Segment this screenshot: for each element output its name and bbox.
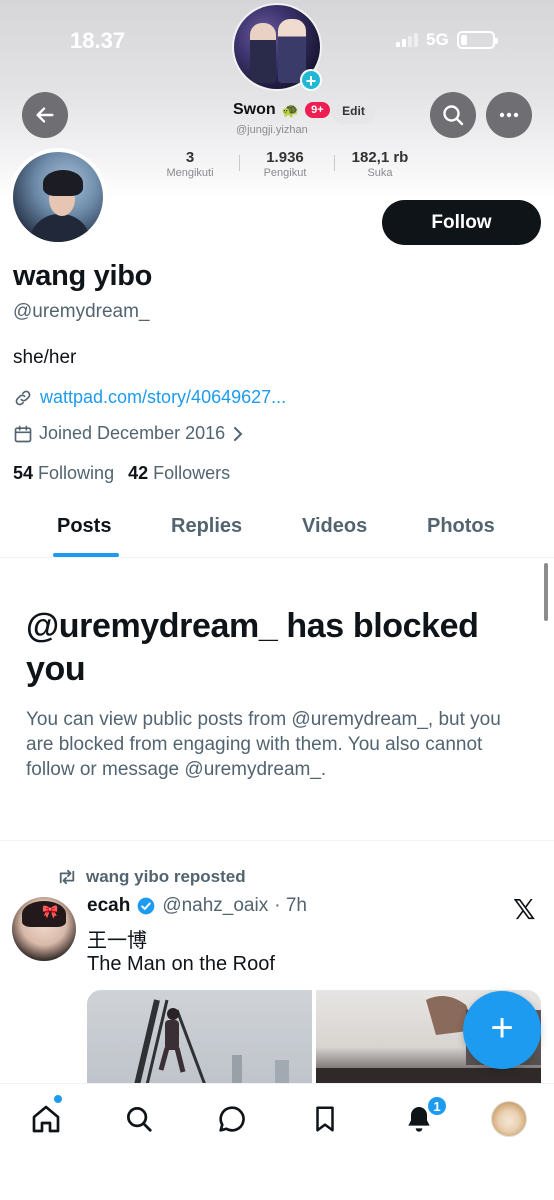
post-author-name[interactable]: ecah bbox=[87, 895, 130, 917]
link-icon bbox=[15, 390, 31, 405]
battery-icon bbox=[456, 31, 498, 49]
post-author-handle[interactable]: @nahz_oaix bbox=[162, 895, 268, 917]
stat-label: Mengikuti bbox=[166, 167, 214, 179]
post-author-avatar[interactable]: 🎀 bbox=[12, 897, 76, 961]
profile-avatar[interactable] bbox=[9, 148, 107, 246]
post-header: ecah @nahz_oaix · 7h bbox=[87, 895, 307, 917]
bookmark-icon bbox=[316, 1106, 334, 1132]
post-media-image[interactable] bbox=[87, 990, 312, 1085]
chat-bubble-icon bbox=[219, 1106, 245, 1132]
tab-posts[interactable]: Posts bbox=[57, 515, 111, 538]
nav-search[interactable] bbox=[121, 1101, 157, 1137]
joined-date[interactable]: Joined December 2016 bbox=[13, 423, 245, 444]
profile-tabs: Posts Replies Videos Photos bbox=[0, 500, 554, 558]
following-label: Following bbox=[38, 463, 115, 483]
follow-button[interactable]: Follow bbox=[382, 200, 541, 245]
home-icon bbox=[32, 1105, 60, 1133]
nav-grok[interactable] bbox=[214, 1101, 250, 1137]
plus-icon[interactable]: + bbox=[300, 69, 322, 91]
back-button[interactable] bbox=[22, 92, 68, 138]
edit-button[interactable]: Edit bbox=[331, 98, 376, 124]
followers-label: Followers bbox=[153, 463, 231, 483]
repost-label[interactable]: wang yibo reposted bbox=[86, 867, 246, 887]
stat-value: 182,1 rb bbox=[351, 149, 409, 166]
tab-videos[interactable]: Videos bbox=[302, 515, 367, 538]
blocked-title: @uremydream_ has blocked you bbox=[26, 607, 479, 688]
post-text-line: The Man on the Roof bbox=[87, 953, 275, 975]
tiktok-handle: @jungji.yizhan bbox=[236, 124, 308, 136]
divider bbox=[0, 840, 554, 841]
following-count: 54 bbox=[13, 463, 34, 483]
notification-count-badge: 1 bbox=[426, 1095, 448, 1117]
tiktok-name-row: Swon 🐢 9+ bbox=[233, 101, 330, 119]
search-icon bbox=[127, 1107, 152, 1132]
status-icons: 5G bbox=[396, 30, 498, 50]
search-icon bbox=[443, 105, 464, 126]
verified-badge-icon bbox=[137, 897, 155, 915]
repost-icon bbox=[59, 869, 75, 885]
stat-followers[interactable]: 1.936 Pengikut bbox=[239, 149, 325, 179]
compose-post-button[interactable]: + bbox=[463, 991, 541, 1069]
following-link[interactable]: 54 Following bbox=[13, 463, 114, 484]
follow-counts: 54 Following 42 Followers bbox=[13, 463, 230, 484]
active-tab-indicator bbox=[53, 553, 119, 557]
nav-bookmarks[interactable] bbox=[307, 1101, 343, 1137]
calendar-icon bbox=[14, 425, 32, 442]
tiktok-name: Swon bbox=[233, 101, 276, 118]
followers-link[interactable]: 42 Followers bbox=[128, 463, 230, 484]
profile-link[interactable]: wattpad.com/story/40649627... bbox=[13, 387, 286, 408]
bio: she/her bbox=[13, 347, 77, 368]
nav-home[interactable] bbox=[28, 1101, 64, 1137]
more-button[interactable] bbox=[486, 92, 532, 138]
turtle-icon: 🐢 bbox=[281, 101, 300, 118]
tab-photos[interactable]: Photos bbox=[427, 515, 495, 538]
stat-label: Pengikut bbox=[263, 167, 307, 179]
signal-icon bbox=[396, 33, 418, 47]
tab-replies[interactable]: Replies bbox=[171, 515, 242, 538]
more-icon bbox=[499, 112, 519, 118]
home-unread-dot bbox=[54, 1095, 62, 1103]
stat-likes[interactable]: 182,1 rb Suka bbox=[334, 149, 420, 179]
username: @uremydream_ bbox=[13, 301, 150, 322]
stat-following[interactable]: 3 Mengikuti bbox=[150, 149, 230, 179]
stat-value: 3 bbox=[185, 149, 195, 166]
repost-indicator: wang yibo reposted bbox=[56, 867, 246, 887]
blocked-message: You can view public posts from @uremydre… bbox=[26, 709, 501, 780]
stat-label: Suka bbox=[367, 167, 393, 179]
post-text-line: 王一博 bbox=[87, 930, 147, 952]
scrollbar[interactable] bbox=[544, 563, 548, 621]
link-text[interactable]: wattpad.com/story/40649627... bbox=[40, 387, 286, 408]
followers-count: 42 bbox=[128, 463, 149, 483]
chevron-right-icon bbox=[234, 426, 243, 441]
post-time: · 7h bbox=[274, 895, 307, 916]
status-time: 18.37 bbox=[70, 28, 126, 53]
arrow-left-icon bbox=[36, 107, 54, 123]
notification-badge: 9+ bbox=[305, 102, 330, 118]
joined-text: Joined December 2016 bbox=[39, 423, 226, 443]
x-logo-icon: 𝕏 bbox=[513, 894, 536, 925]
account-avatar[interactable] bbox=[491, 1101, 527, 1137]
bottom-navigation: 1 bbox=[0, 1083, 554, 1200]
search-button[interactable] bbox=[430, 92, 476, 138]
tiktok-stats: 3 Mengikuti 1.936 Pengikut 182,1 rb Suka bbox=[150, 149, 420, 179]
stat-value: 1.936 bbox=[266, 149, 304, 166]
display-name: wang yibo bbox=[13, 260, 153, 292]
network-label: 5G bbox=[426, 30, 449, 49]
